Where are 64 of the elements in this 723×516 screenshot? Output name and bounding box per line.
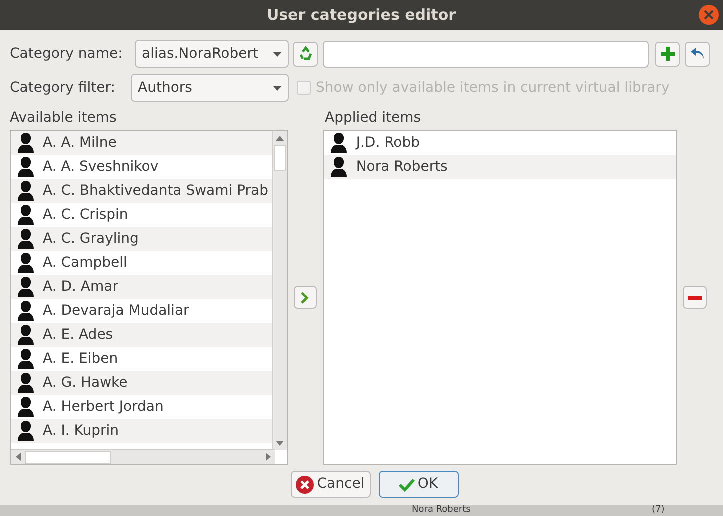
person-icon bbox=[15, 300, 37, 322]
undo-button[interactable] bbox=[685, 42, 710, 66]
background-row-count: (7) bbox=[652, 505, 665, 516]
window-title: User categories editor bbox=[266, 4, 456, 26]
item-name: A. E. Eiben bbox=[43, 350, 118, 368]
dropdown-caret-icon bbox=[273, 52, 282, 56]
checkmark-icon bbox=[398, 478, 415, 492]
item-name: A. C. Bhaktivedanta Swami Prab bbox=[43, 182, 269, 200]
item-name: A. C. Grayling bbox=[43, 230, 139, 248]
person-icon bbox=[15, 420, 37, 442]
item-name: A. I. Kuprin bbox=[43, 422, 120, 440]
person-icon bbox=[15, 180, 37, 202]
close-button[interactable] bbox=[699, 5, 719, 25]
person-icon bbox=[15, 276, 37, 298]
item-name: A. Herbert Jordan bbox=[43, 398, 164, 416]
background-row-name: Nora Roberts bbox=[412, 505, 471, 516]
person-icon bbox=[15, 324, 37, 346]
scroll-up-icon[interactable] bbox=[276, 136, 284, 140]
person-icon bbox=[15, 204, 37, 226]
person-icon bbox=[15, 156, 37, 178]
section-label: Applied items bbox=[325, 108, 422, 128]
apply-button[interactable] bbox=[294, 286, 317, 309]
category-name-combo[interactable]: alias.NoraRobert bbox=[135, 40, 289, 68]
add-button[interactable] bbox=[655, 42, 680, 66]
person-icon bbox=[15, 252, 37, 274]
item-name: A. Campbell bbox=[43, 254, 128, 272]
cancel-button[interactable]: Cancel bbox=[290, 471, 370, 498]
remove-button[interactable] bbox=[683, 286, 708, 309]
scroll-left-icon[interactable] bbox=[16, 453, 20, 461]
person-icon bbox=[15, 372, 37, 394]
person-icon bbox=[15, 228, 37, 250]
scrollbar-thumb[interactable] bbox=[25, 450, 111, 464]
checkbox-label: Show only available items in current virtual library bbox=[316, 78, 670, 98]
scroll-right-icon[interactable] bbox=[266, 453, 270, 461]
item-name: A. E. Ades bbox=[43, 326, 114, 344]
dropdown-caret-icon bbox=[273, 86, 282, 90]
item-name: J.D. Robb bbox=[356, 134, 420, 152]
recycle-button[interactable] bbox=[293, 42, 318, 66]
item-name: Nora Roberts bbox=[356, 158, 448, 176]
item-name: A. A. Sveshnikov bbox=[43, 158, 159, 176]
item-name: A. G. Hawke bbox=[43, 374, 128, 392]
close-icon bbox=[704, 10, 714, 20]
item-name: A. C. Crispin bbox=[43, 206, 128, 224]
new-name-field[interactable] bbox=[323, 40, 649, 68]
vertical-scrollbar[interactable] bbox=[272, 131, 287, 450]
plus-icon bbox=[660, 46, 676, 62]
item-name: A. D. Amar bbox=[43, 278, 118, 296]
person-icon bbox=[15, 132, 37, 154]
scrollbar-thumb[interactable] bbox=[274, 145, 286, 171]
horizontal-scrollbar[interactable] bbox=[11, 449, 275, 464]
category-filter-combo[interactable]: Authors bbox=[131, 74, 289, 102]
ok-button[interactable]: OK bbox=[378, 471, 458, 498]
chevron-right-icon bbox=[300, 292, 310, 304]
cancel-icon bbox=[296, 476, 314, 494]
person-icon bbox=[15, 348, 37, 370]
item-name: A. Devaraja Mudaliar bbox=[43, 302, 190, 320]
item-name: A. A. Milne bbox=[43, 134, 117, 152]
scroll-down-icon[interactable] bbox=[276, 440, 284, 446]
recycle-icon bbox=[298, 46, 314, 62]
person-icon bbox=[15, 396, 37, 418]
minus-icon bbox=[688, 296, 702, 300]
section-label: Available items bbox=[10, 108, 118, 128]
field-label: Category name: bbox=[10, 44, 124, 64]
field-label: Category filter: bbox=[10, 78, 116, 98]
